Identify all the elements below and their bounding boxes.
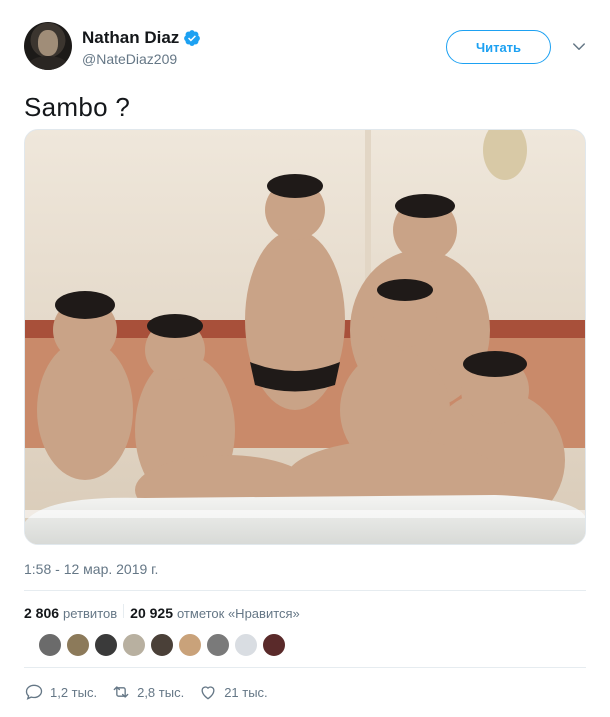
author-name-block: Nathan Diaz @NateDiaz209 <box>82 28 201 67</box>
divider-bottom <box>24 667 586 668</box>
tweet-timestamp[interactable]: 1:58 - 12 мар. 2019 г. <box>24 561 158 577</box>
liker-avatar[interactable] <box>122 633 146 657</box>
like-action[interactable]: 21 тыс. <box>198 682 268 702</box>
avatar-shoulders <box>28 56 68 70</box>
liker-avatar[interactable] <box>38 633 62 657</box>
tweet-photo-image <box>25 130 585 544</box>
retweets-count[interactable]: 2 806 <box>24 605 59 621</box>
author-avatar[interactable] <box>24 22 72 70</box>
tweet-text: Sambo ? <box>24 92 131 122</box>
tweet-photo[interactable] <box>24 129 586 545</box>
reply-count: 1,2 тыс. <box>50 684 98 700</box>
tweet-header: Nathan Diaz @NateDiaz209 Читать <box>24 22 594 74</box>
tweet-stats: 2 806 ретвитов 20 925 отметок «Нравится» <box>24 604 300 621</box>
liker-avatar[interactable] <box>234 633 258 657</box>
verified-badge-icon <box>184 30 201 46</box>
likers-avatars <box>38 633 286 657</box>
likes-count[interactable]: 20 925 <box>130 605 173 621</box>
retweet-icon <box>113 686 129 698</box>
author-name[interactable]: Nathan Diaz <box>82 28 179 48</box>
stats-separator <box>123 604 125 618</box>
retweets-label[interactable]: ретвитов <box>63 606 117 621</box>
author-name-row: Nathan Diaz <box>82 28 201 48</box>
liker-avatar[interactable] <box>94 633 118 657</box>
follow-button[interactable]: Читать <box>446 30 551 64</box>
retweet-count: 2,8 тыс. <box>137 684 185 700</box>
likes-label[interactable]: отметок «Нравится» <box>177 606 300 621</box>
liker-avatar[interactable] <box>66 633 90 657</box>
retweet-action[interactable]: 2,8 тыс. <box>111 682 184 702</box>
liker-avatar[interactable] <box>262 633 286 657</box>
reply-icon <box>25 684 43 700</box>
chevron-down-icon[interactable] <box>570 38 588 56</box>
liker-avatar[interactable] <box>206 633 230 657</box>
avatar-face <box>38 30 58 56</box>
like-count: 21 тыс. <box>224 684 268 700</box>
author-handle[interactable]: @NateDiaz209 <box>82 51 201 67</box>
heart-icon <box>201 686 215 700</box>
liker-avatar[interactable] <box>150 633 174 657</box>
divider-top <box>24 590 586 591</box>
tweet-actions: 1,2 тыс. 2,8 тыс. 21 тыс. <box>24 682 282 702</box>
liker-avatar[interactable] <box>178 633 202 657</box>
reply-action[interactable]: 1,2 тыс. <box>24 682 97 702</box>
